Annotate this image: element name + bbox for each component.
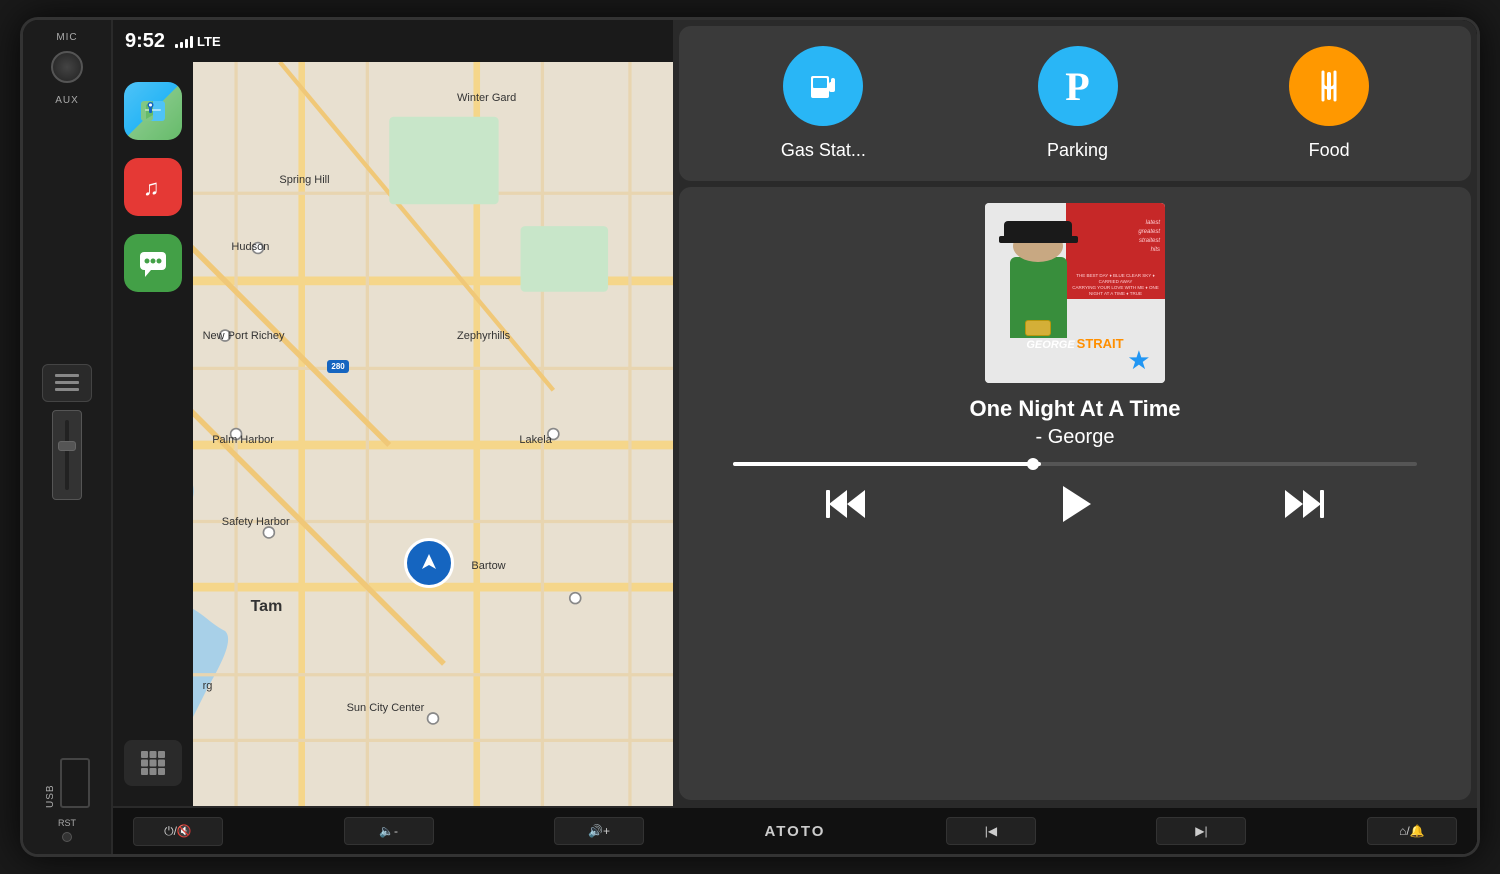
rewind-button[interactable] bbox=[817, 482, 877, 526]
signal-bar-3 bbox=[185, 39, 188, 48]
screen-content: 9:52 LTE bbox=[113, 20, 1477, 806]
brand-label: ATOTO bbox=[765, 823, 826, 840]
progress-fill bbox=[733, 462, 1041, 466]
map-column: 9:52 LTE bbox=[113, 20, 673, 806]
poi-gas-label: Gas Stat... bbox=[781, 140, 866, 161]
rst-label: RST bbox=[58, 818, 76, 828]
play-button[interactable] bbox=[1045, 482, 1105, 526]
poi-parking-letter: P bbox=[1065, 63, 1089, 110]
road-sign-280: 280 bbox=[327, 360, 348, 373]
messages-app-icon[interactable] bbox=[124, 234, 182, 292]
volume-slider-container bbox=[52, 410, 82, 500]
poi-food[interactable]: Food bbox=[1289, 46, 1369, 161]
poi-gas-station[interactable]: Gas Stat... bbox=[781, 46, 866, 161]
lte-text: LTE bbox=[197, 34, 221, 49]
artist-last-name: STRAIT bbox=[1077, 336, 1124, 351]
progress-bar[interactable] bbox=[733, 462, 1417, 466]
left-physical-panel: MIC AUX US bbox=[23, 20, 113, 854]
time-display: 9:52 bbox=[125, 30, 165, 53]
vol-up-button[interactable]: 🔊+ bbox=[554, 817, 644, 845]
album-art: latestgreateststraitesthits THE BEST DAY… bbox=[985, 203, 1165, 383]
poi-panel: Gas Stat... P Parking bbox=[679, 26, 1471, 181]
song-info: One Night At A Time - George bbox=[969, 395, 1180, 450]
fast-forward-button[interactable] bbox=[1273, 482, 1333, 526]
maps-app-icon[interactable] bbox=[124, 82, 182, 140]
george-strait-album-art: latestgreateststraitesthits THE BEST DAY… bbox=[985, 203, 1165, 383]
prev-track-button[interactable]: |◀ bbox=[946, 817, 1036, 845]
signal-bar-4 bbox=[190, 36, 193, 48]
music-app-icon[interactable]: ♫ bbox=[124, 158, 182, 216]
power-mute-button[interactable]: ⏻/🔇 bbox=[133, 817, 223, 846]
volume-slider-thumb[interactable] bbox=[58, 441, 76, 451]
poi-parking-icon: P bbox=[1038, 46, 1118, 126]
bottom-control-bar: ⏻/🔇 🔈- 🔊+ ATOTO |◀ ▶| ⌂/🔔 bbox=[113, 806, 1477, 854]
mic-label: MIC bbox=[56, 32, 77, 43]
music-panel: latestgreateststraitesthits THE BEST DAY… bbox=[679, 187, 1471, 800]
poi-parking[interactable]: P Parking bbox=[1038, 46, 1118, 161]
aux-label: AUX bbox=[55, 95, 79, 106]
signal-area: LTE bbox=[175, 34, 221, 49]
artist-name: - George bbox=[969, 424, 1180, 450]
status-bar: 9:52 LTE bbox=[113, 20, 673, 62]
right-column: Gas Stat... P Parking bbox=[673, 20, 1477, 806]
music-controls bbox=[733, 482, 1417, 526]
mic-knob[interactable] bbox=[51, 51, 83, 83]
poi-parking-label: Parking bbox=[1047, 140, 1108, 161]
app-icons-panel: ♫ bbox=[113, 62, 193, 806]
progress-thumb bbox=[1027, 458, 1039, 470]
poi-food-icon bbox=[1289, 46, 1369, 126]
map-view[interactable]: Winter Gard Spring Hill Hudson New Port … bbox=[193, 62, 673, 806]
artist-first-name: GEORGE bbox=[1026, 339, 1074, 351]
map-svg bbox=[193, 62, 673, 806]
signal-bars bbox=[175, 34, 193, 48]
next-track-button[interactable]: ▶| bbox=[1156, 817, 1246, 845]
device-inner: MIC AUX US bbox=[23, 20, 1477, 854]
album-star: ★ bbox=[1127, 345, 1150, 376]
grid-button[interactable] bbox=[124, 740, 182, 786]
home-button[interactable]: ⌂/🔔 bbox=[1367, 817, 1457, 845]
usb-port[interactable] bbox=[60, 758, 90, 808]
svg-text:♫: ♫ bbox=[143, 175, 160, 200]
side-button-1[interactable] bbox=[42, 364, 92, 402]
poi-gas-icon bbox=[783, 46, 863, 126]
signal-bar-2 bbox=[180, 42, 183, 48]
car-head-unit: MIC AUX US bbox=[20, 17, 1480, 857]
navigation-arrow bbox=[404, 538, 454, 588]
screen-area: 9:52 LTE bbox=[113, 20, 1477, 854]
song-title: One Night At A Time bbox=[969, 395, 1180, 424]
vol-down-button[interactable]: 🔈- bbox=[344, 817, 434, 845]
signal-bar-1 bbox=[175, 44, 178, 48]
usb-label: USB bbox=[45, 758, 56, 808]
rst-button[interactable] bbox=[62, 832, 72, 842]
poi-food-label: Food bbox=[1309, 140, 1350, 161]
